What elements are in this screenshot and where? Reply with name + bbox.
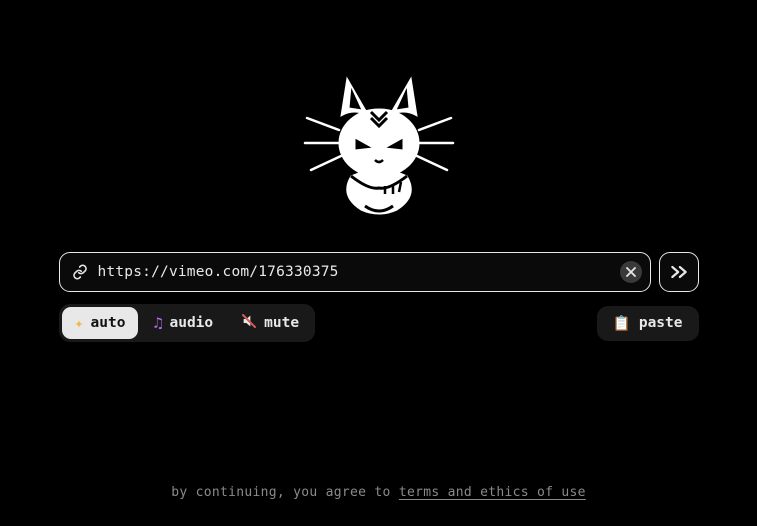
- mode-mute-button[interactable]: mute: [228, 307, 312, 339]
- clipboard-icon: 📋: [613, 315, 631, 332]
- url-input[interactable]: [98, 264, 610, 280]
- url-input-container[interactable]: [59, 252, 651, 292]
- url-input-row: [59, 252, 699, 292]
- close-icon: [626, 267, 636, 277]
- mode-toggle-group: ✦ auto ♫ audio mute: [59, 304, 316, 342]
- paste-label: paste: [639, 315, 683, 331]
- music-notes-icon: ♫: [153, 314, 162, 332]
- paste-button[interactable]: 📋 paste: [597, 306, 699, 341]
- submit-button[interactable]: [659, 252, 699, 292]
- chevron-double-right-icon: [669, 264, 689, 280]
- mode-auto-button[interactable]: ✦ auto: [62, 307, 139, 339]
- link-icon: [72, 264, 88, 280]
- sparkle-icon: ✦: [75, 314, 84, 332]
- options-row: ✦ auto ♫ audio mute 📋 paste: [59, 304, 699, 342]
- footer-disclaimer: by continuing, you agree to terms and et…: [0, 485, 757, 500]
- mode-label: mute: [264, 315, 299, 331]
- cat-mascot-icon: [299, 68, 459, 238]
- mode-audio-button[interactable]: ♫ audio: [140, 307, 226, 339]
- mode-label: auto: [91, 315, 126, 331]
- speaker-mute-icon: [241, 313, 257, 333]
- footer-prefix: by continuing, you agree to: [171, 485, 399, 500]
- mode-label: audio: [169, 315, 213, 331]
- terms-link[interactable]: terms and ethics of use: [399, 485, 586, 500]
- clear-input-button[interactable]: [620, 261, 642, 283]
- cat-mascot-logo: [299, 68, 459, 238]
